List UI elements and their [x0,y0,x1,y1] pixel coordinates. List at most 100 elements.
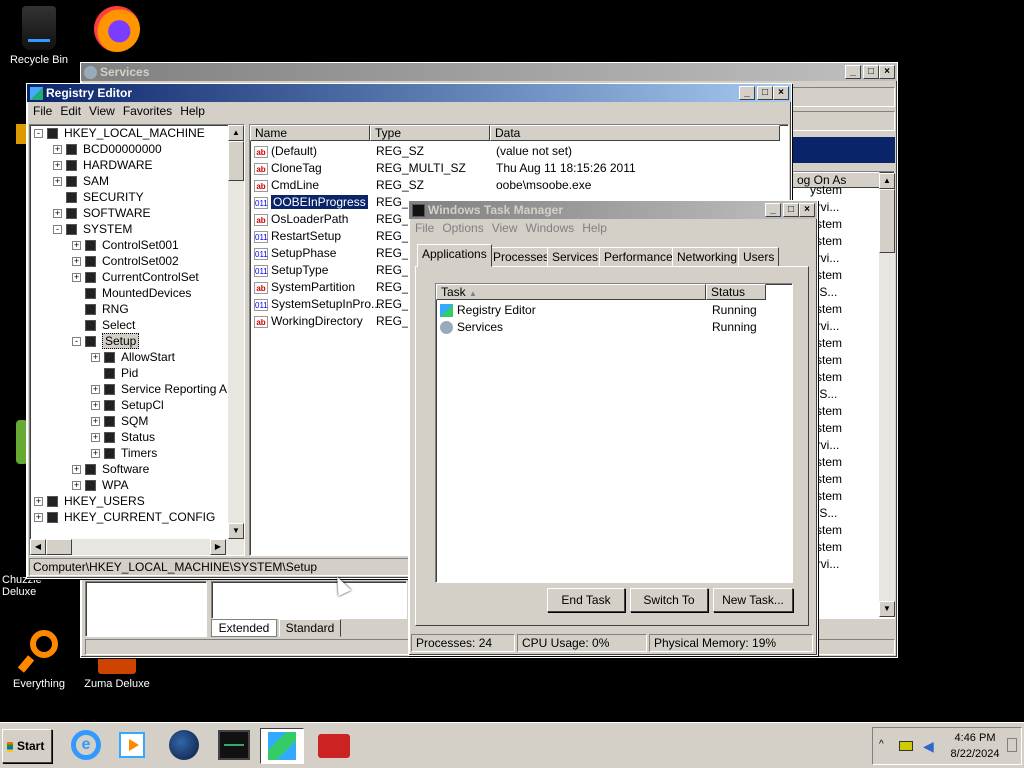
expand-icon[interactable]: + [91,417,100,427]
menu-view[interactable]: View [87,104,121,118]
expand-icon[interactable]: + [34,497,43,507]
tree-node[interactable]: + WPA [72,477,128,493]
tab-extended[interactable]: Extended [211,619,277,637]
taskbar-registry-editor-button[interactable] [260,728,304,764]
scroll-right-button[interactable]: ▶ [210,539,226,555]
collapse-icon[interactable]: - [34,129,43,139]
column-header-name[interactable]: Name [250,125,370,141]
clock-date[interactable]: 8/22/2024 [947,748,1003,760]
show-desktop-button[interactable] [1007,738,1017,752]
tree-node[interactable]: + SOFTWARE [53,205,151,221]
menu-favorites[interactable]: Favorites [121,104,178,118]
scroll-up-button[interactable]: ▲ [228,125,244,141]
expand-icon[interactable]: + [72,481,81,491]
tree-node[interactable]: + SAM [53,173,109,189]
value-row[interactable]: ab SystemPartition [254,279,368,296]
battery-icon[interactable] [899,741,913,751]
tree-node[interactable]: SECURITY [53,189,144,205]
scroll-thumb[interactable] [46,539,72,555]
scroll-thumb[interactable] [228,141,244,181]
menu-help[interactable]: Help [580,221,613,235]
column-header-type[interactable]: Type [370,125,490,141]
desktop-icon-everything[interactable]: Everything [2,628,76,690]
maximize-button[interactable]: □ [783,203,799,217]
tree-node[interactable]: Pid [91,365,138,381]
tab-networking[interactable]: Networking [672,247,743,267]
maximize-button[interactable]: □ [757,86,773,100]
volume-icon[interactable]: ◀ [923,738,934,755]
desktop-icon-firefox[interactable] [80,6,154,56]
tab-standard[interactable]: Standard [279,619,341,637]
tree-node[interactable]: Select [72,317,135,333]
tree-node[interactable]: + HKEY_CURRENT_CONFIG [34,509,215,525]
taskbar-task-manager-button[interactable] [212,728,256,764]
task-row[interactable]: Registry Editor Running [440,302,780,319]
new-task-button[interactable]: New Task... [713,588,793,612]
tree-node[interactable]: - HKEY_LOCAL_MACHINE [34,125,205,141]
expand-icon[interactable]: + [72,257,81,267]
minimize-button[interactable]: _ [765,203,781,217]
tree-node[interactable]: + BCD00000000 [53,141,162,157]
value-row[interactable]: ab OsLoaderPath [254,211,368,228]
menu-edit[interactable]: Edit [58,104,87,118]
registry-editor-titlebar[interactable]: Registry Editor _ □ × [27,84,791,102]
tree-node[interactable]: + HKEY_USERS [34,493,145,509]
expand-icon[interactable]: + [53,161,62,171]
tab-processes[interactable]: Processes [488,247,555,267]
tree-node[interactable]: MountedDevices [72,285,191,301]
column-header-data[interactable]: Data [490,125,780,141]
value-row[interactable]: 011 RestartSetup [254,228,368,245]
tree-node[interactable]: + Status [91,429,155,445]
taskbar-globe-button[interactable] [162,728,206,764]
expand-icon[interactable]: + [91,353,100,363]
collapse-icon[interactable]: - [53,225,62,235]
tree-node[interactable]: + Timers [91,445,157,461]
tree-hscroll[interactable]: ◀ ▶ [30,539,244,555]
minimize-button[interactable]: _ [845,65,861,79]
desktop-icon-zuma[interactable]: Zuma Deluxe [80,656,154,690]
value-row[interactable]: 011 SetupPhase [254,245,368,262]
expand-icon[interactable]: + [72,465,81,475]
end-task-button[interactable]: End Task [547,588,625,612]
expand-icon[interactable]: + [34,513,43,523]
tree-vscroll[interactable]: ▲ ▼ [228,125,244,539]
task-manager-window[interactable]: Windows Task Manager _ □ × File Options … [408,200,818,656]
menu-view[interactable]: View [490,221,524,235]
expand-icon[interactable]: + [53,209,62,219]
collapse-icon[interactable]: - [72,337,81,347]
close-button[interactable]: × [799,203,815,217]
services-vscroll[interactable]: ▲ ▼ [879,173,895,617]
close-button[interactable]: × [773,86,789,100]
tree-node[interactable]: + ControlSet002 [72,253,179,269]
registry-tree-pane[interactable]: - HKEY_LOCAL_MACHINE + BCD00000000 + HARDWARE… [29,124,245,556]
chevron-up-icon[interactable]: ^ [879,739,884,750]
tree-node[interactable]: - Setup [72,333,140,349]
services-titlebar[interactable]: Services _ □ × [81,63,897,81]
expand-icon[interactable]: + [91,401,100,411]
tree-node[interactable]: + AllowStart [91,349,175,365]
tree-node[interactable]: RNG [72,301,129,317]
tree-node[interactable]: + Service Reporting API [91,381,238,397]
menu-help[interactable]: Help [178,104,211,118]
close-button[interactable]: × [879,65,895,79]
expand-icon[interactable]: + [91,385,100,395]
tree-node[interactable]: + SQM [91,413,148,429]
task-list[interactable]: Task ▲ Status Registry Editor Running Serv… [435,283,793,583]
scroll-left-button[interactable]: ◀ [30,539,46,555]
tree-node[interactable]: + Software [72,461,149,477]
switch-to-button[interactable]: Switch To [630,588,708,612]
taskbar-media-button[interactable] [110,728,154,764]
tab-applications[interactable]: Applications [417,244,492,267]
value-row[interactable]: ab WorkingDirectory [254,313,368,330]
expand-icon[interactable]: + [72,273,81,283]
scroll-up-button[interactable]: ▲ [879,173,895,189]
desktop-icon-recycle-bin[interactable]: Recycle Bin [2,6,76,66]
expand-icon[interactable]: + [91,433,100,443]
clock-time[interactable]: 4:46 PM [953,732,997,744]
menu-windows[interactable]: Windows [524,221,581,235]
expand-icon[interactable]: + [53,177,62,187]
taskbar-toolbox-button[interactable] [312,728,356,764]
value-row[interactable]: ab CmdLine [254,177,368,194]
scroll-down-button[interactable]: ▼ [879,601,895,617]
scroll-thumb[interactable] [879,189,895,253]
